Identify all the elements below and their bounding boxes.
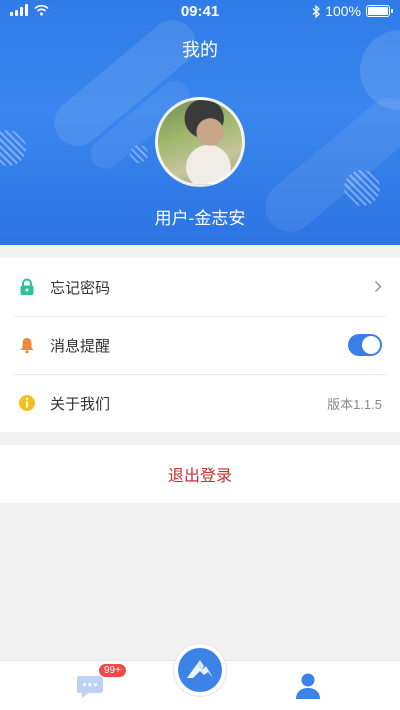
message-reminder-item: 消息提醒 bbox=[0, 316, 400, 374]
logout-button[interactable]: 退出登录 bbox=[0, 445, 400, 503]
tab-messages[interactable]: 99+ bbox=[60, 661, 127, 710]
message-reminder-toggle[interactable] bbox=[348, 334, 382, 356]
settings-list: 忘记密码 消息提醒 关于我们 版本1.1.5 bbox=[0, 258, 400, 432]
forgot-password-item[interactable]: 忘记密码 bbox=[0, 258, 400, 316]
header-decoration bbox=[344, 170, 380, 206]
tab-bar: 99+ bbox=[0, 644, 400, 710]
status-bar: 09:41 100% bbox=[0, 0, 400, 24]
home-button[interactable] bbox=[174, 644, 226, 696]
username: 用户-金志安 bbox=[154, 209, 246, 228]
lock-icon bbox=[18, 278, 36, 296]
bluetooth-icon bbox=[312, 4, 321, 18]
tab-me[interactable] bbox=[278, 661, 338, 710]
about-us-label: 关于我们 bbox=[50, 395, 111, 413]
battery-percent: 100% bbox=[325, 3, 361, 19]
mountain-logo-icon bbox=[187, 660, 213, 678]
logout-label: 退出登录 bbox=[167, 468, 232, 485]
header-decoration bbox=[130, 145, 148, 163]
user-icon bbox=[296, 673, 320, 699]
profile-header: 09:41 100% 我的 用户-金志安 bbox=[0, 0, 400, 245]
bell-icon bbox=[18, 336, 36, 354]
page-title: 我的 bbox=[182, 40, 218, 60]
unread-badge: 99+ bbox=[98, 663, 127, 678]
chat-icon bbox=[77, 676, 103, 698]
battery-icon bbox=[366, 5, 393, 17]
avatar[interactable] bbox=[155, 97, 245, 187]
header-decoration bbox=[0, 130, 26, 166]
info-icon bbox=[18, 394, 36, 412]
tab-home[interactable] bbox=[170, 644, 230, 696]
version-text: 版本1.1.5 bbox=[327, 396, 382, 412]
toggle-knob bbox=[362, 336, 380, 354]
chevron-right-icon bbox=[374, 277, 382, 298]
about-us-item[interactable]: 关于我们 版本1.1.5 bbox=[0, 374, 400, 432]
message-reminder-label: 消息提醒 bbox=[50, 337, 111, 355]
forgot-password-label: 忘记密码 bbox=[50, 279, 111, 297]
